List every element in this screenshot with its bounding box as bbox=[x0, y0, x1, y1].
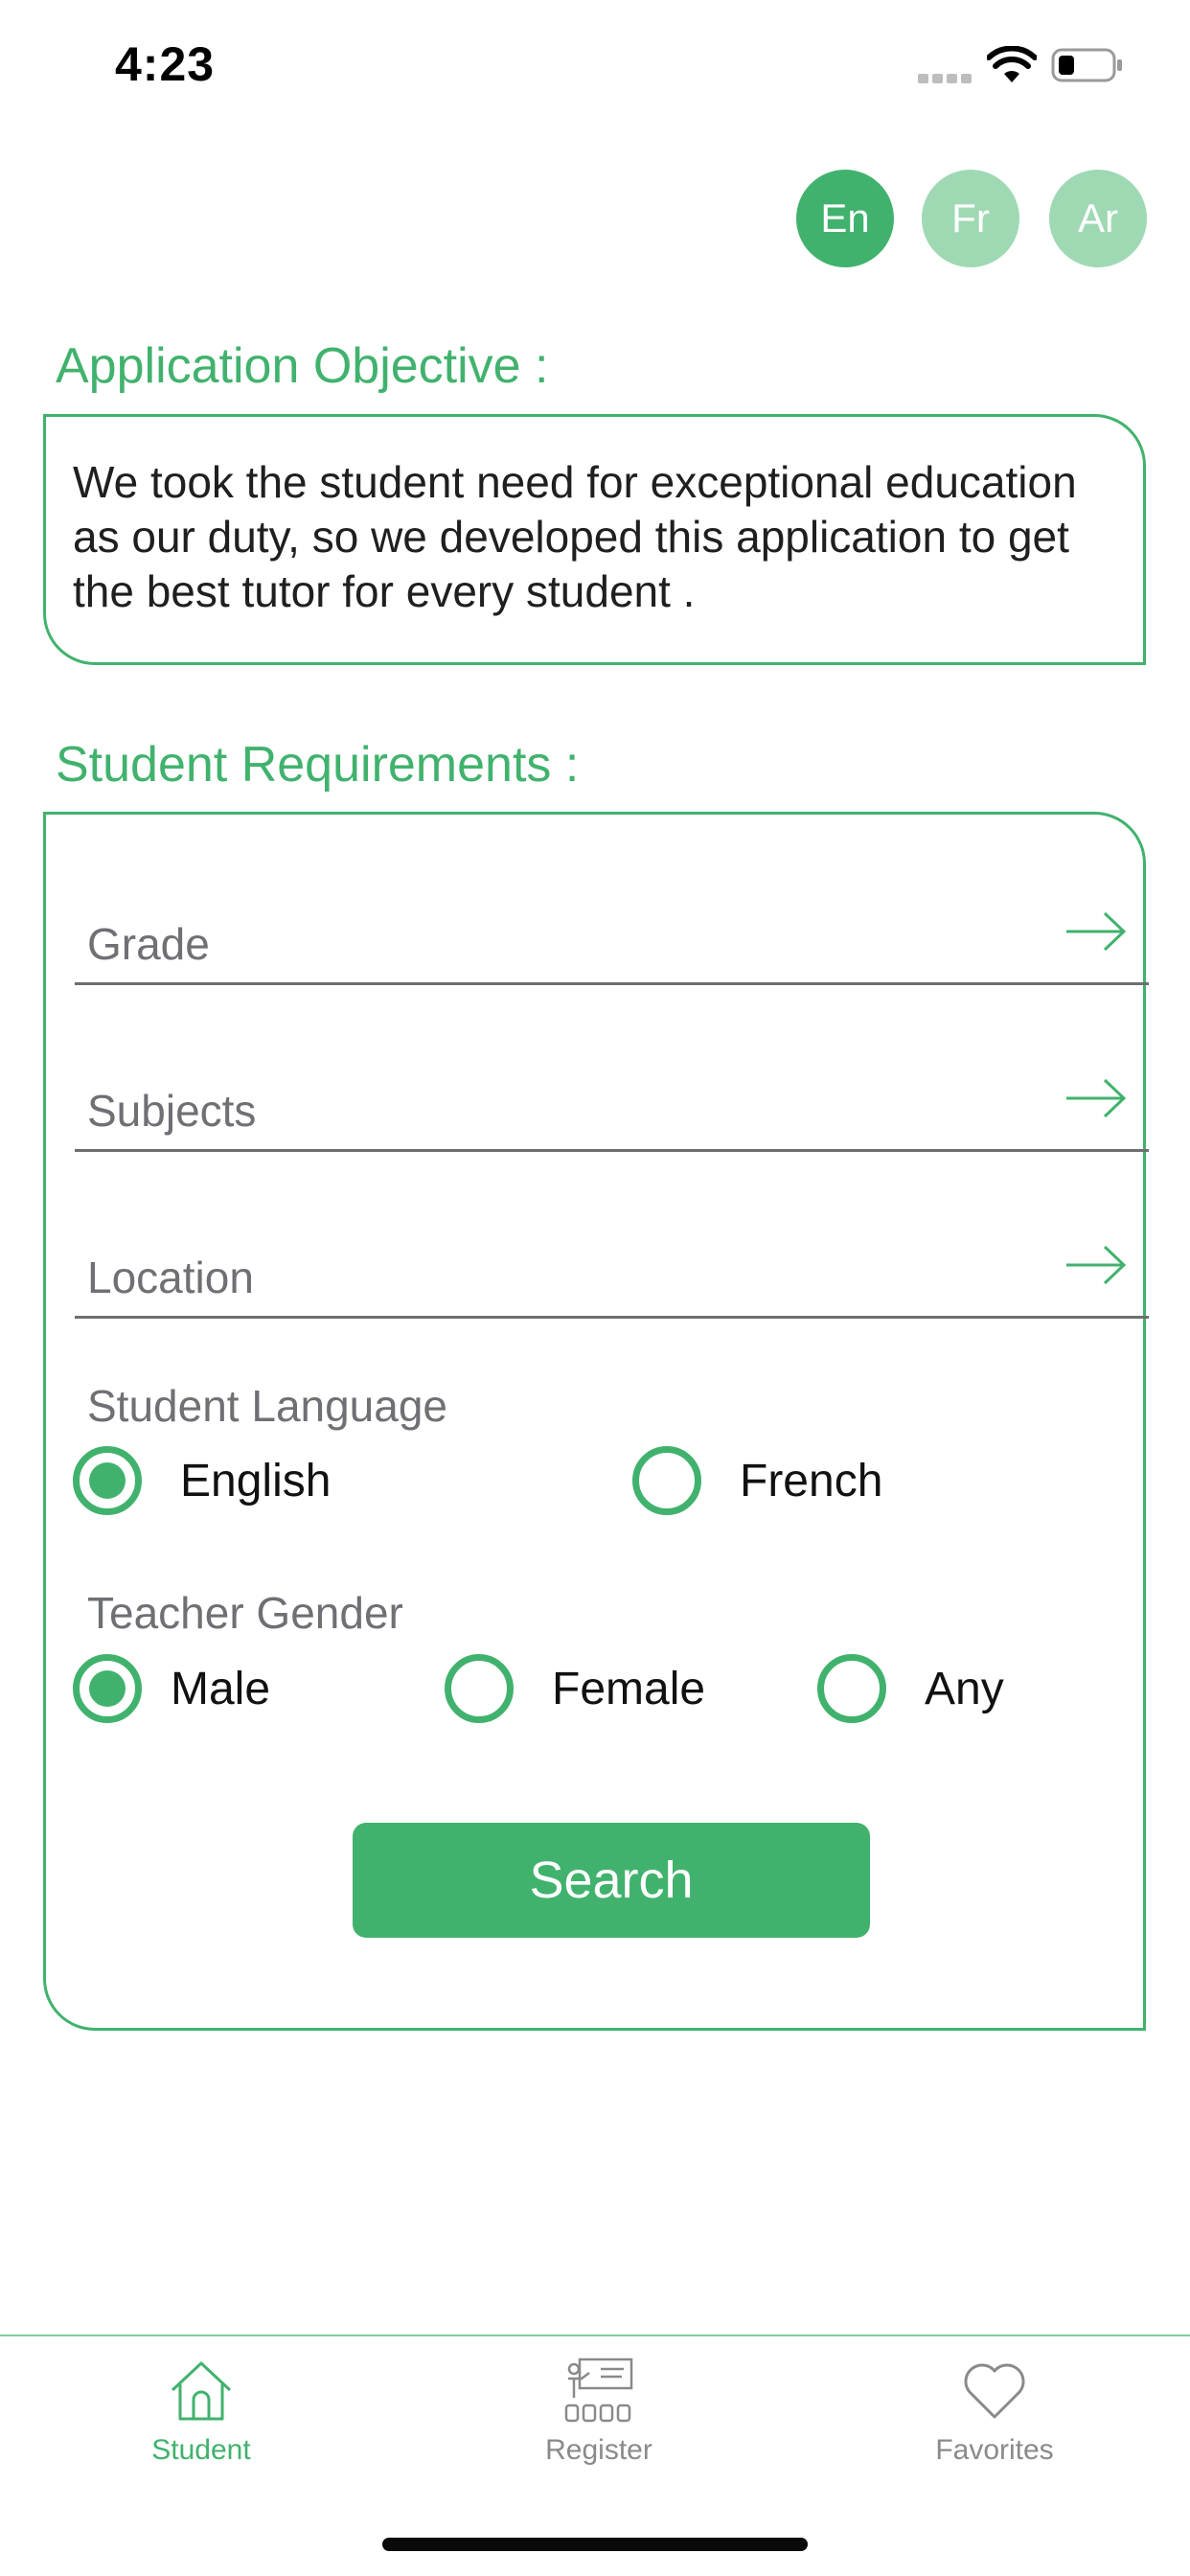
language-fr-button[interactable]: Fr bbox=[922, 170, 1019, 267]
home-icon bbox=[171, 2361, 232, 2421]
tab-student[interactable]: Student bbox=[57, 2358, 345, 2467]
status-time: 4:23 bbox=[115, 37, 216, 91]
arrow-right-icon[interactable] bbox=[1064, 1244, 1128, 1286]
heart-icon bbox=[964, 2363, 1025, 2419]
cellular-signal-icon bbox=[918, 71, 975, 83]
tab-register-label: Register bbox=[545, 2434, 652, 2466]
radio-female[interactable]: Female bbox=[445, 1654, 705, 1723]
tab-favorites-label: Favorites bbox=[935, 2434, 1054, 2466]
subjects-field[interactable]: Subjects bbox=[75, 1037, 1149, 1152]
wifi-icon bbox=[987, 46, 1037, 82]
tab-favorites[interactable]: Favorites bbox=[851, 2358, 1138, 2467]
battery-icon bbox=[1051, 48, 1122, 82]
objective-box: We took the student need for exceptional… bbox=[43, 414, 1146, 665]
tab-register[interactable]: Register bbox=[455, 2358, 743, 2467]
objective-text: We took the student need for exceptional… bbox=[73, 457, 1077, 616]
radio-unchecked-icon[interactable] bbox=[817, 1654, 886, 1723]
status-bar: 4:23 bbox=[0, 0, 1190, 129]
radio-french[interactable]: French bbox=[632, 1446, 882, 1515]
location-field[interactable]: Location bbox=[75, 1204, 1149, 1319]
radio-english[interactable]: English bbox=[73, 1446, 331, 1515]
radio-checked-icon[interactable] bbox=[73, 1446, 142, 1515]
student-language-label: Student Language bbox=[87, 1381, 448, 1431]
grade-field[interactable]: Grade bbox=[75, 870, 1149, 985]
radio-male[interactable]: Male bbox=[73, 1654, 270, 1723]
language-en-button[interactable]: En bbox=[796, 170, 894, 267]
home-indicator[interactable] bbox=[382, 2538, 808, 2551]
radio-unchecked-icon[interactable] bbox=[632, 1446, 701, 1515]
objective-title: Application Objective : bbox=[56, 338, 549, 394]
radio-french-label: French bbox=[740, 1455, 883, 1506]
grade-placeholder: Grade bbox=[87, 919, 210, 969]
language-ar-button[interactable]: Ar bbox=[1049, 170, 1147, 267]
subjects-placeholder: Subjects bbox=[87, 1086, 257, 1136]
search-button[interactable]: Search bbox=[353, 1823, 870, 1938]
arrow-right-icon[interactable] bbox=[1064, 910, 1128, 953]
tab-student-label: Student bbox=[151, 2434, 251, 2466]
teacher-icon bbox=[564, 2358, 633, 2423]
radio-unchecked-icon[interactable] bbox=[445, 1654, 514, 1723]
radio-female-label: Female bbox=[552, 1663, 706, 1714]
arrow-right-icon[interactable] bbox=[1064, 1077, 1128, 1119]
radio-any[interactable]: Any bbox=[817, 1654, 1004, 1723]
teacher-gender-label: Teacher Gender bbox=[87, 1588, 403, 1638]
radio-male-label: Male bbox=[171, 1663, 271, 1714]
location-placeholder: Location bbox=[87, 1253, 254, 1302]
radio-english-label: English bbox=[180, 1455, 332, 1506]
requirements-box: Grade Subjects Location Student Language… bbox=[43, 812, 1149, 2031]
radio-any-label: Any bbox=[925, 1663, 1004, 1714]
radio-checked-icon[interactable] bbox=[73, 1654, 142, 1723]
requirements-title: Student Requirements : bbox=[56, 737, 580, 793]
